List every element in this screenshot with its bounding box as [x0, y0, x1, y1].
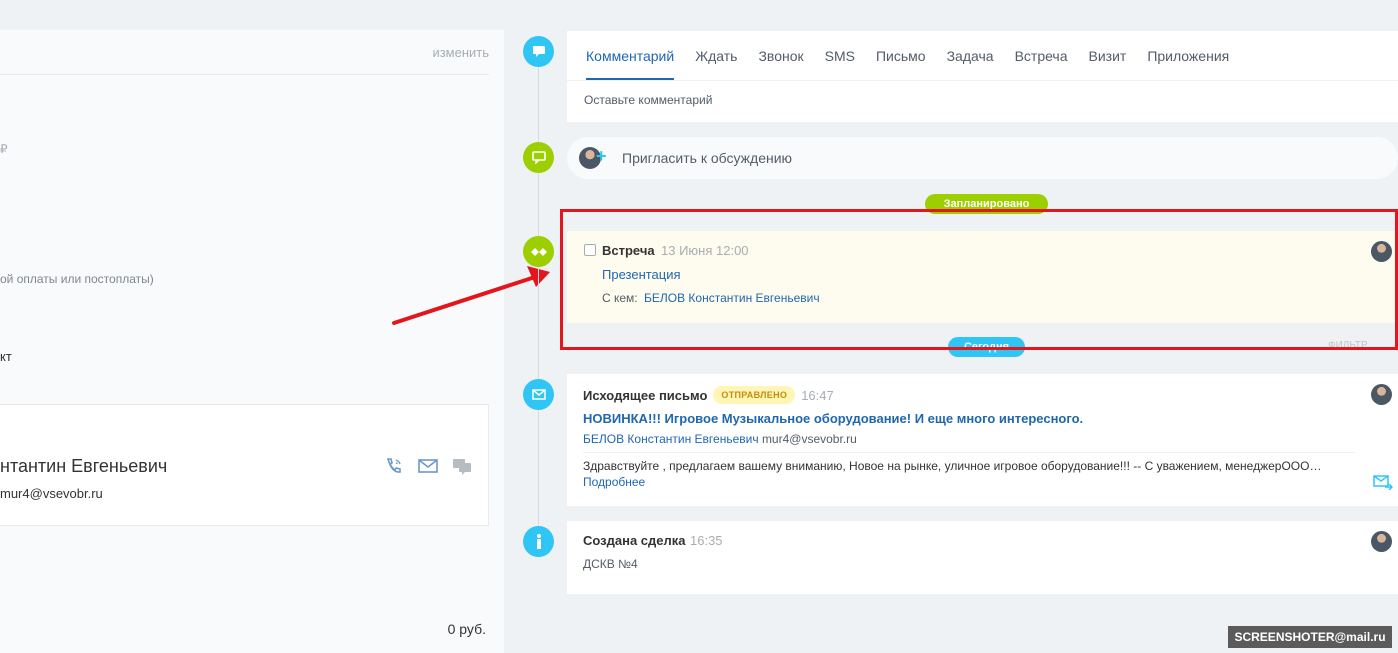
plus-icon: +: [596, 146, 607, 166]
contact-actions: [384, 457, 472, 475]
created-title: Создана сделка: [583, 533, 686, 548]
email-time: 16:47: [801, 387, 834, 403]
mail-icon[interactable]: [418, 457, 438, 475]
annotation-arrow-icon: [392, 266, 550, 325]
planned-badge: Запланировано: [925, 194, 1048, 214]
meeting-date: 13 Июня 12:00: [661, 243, 749, 258]
meeting-title: Встреча: [602, 243, 655, 258]
status-badge: ОТПРАВЛЕНО: [713, 386, 796, 404]
email-from-name[interactable]: БЕЛОВ Константин Евгеньевич: [583, 432, 759, 446]
email-activity-card: Исходящее письмо ОТПРАВЛЕНО 16:47 НОВИНК…: [567, 374, 1398, 506]
meeting-contact-link[interactable]: БЕЛОВ Константин Евгеньевич: [644, 291, 820, 305]
change-link[interactable]: изменить: [432, 45, 489, 60]
tab-comment[interactable]: Комментарий: [586, 48, 675, 80]
created-time: 16:35: [690, 533, 723, 548]
invite-label: Пригласить к обсуждению: [622, 150, 793, 166]
deal-created-card: Создана сделка 16:35 ДСКВ №4: [567, 521, 1398, 594]
email-from-address: mur4@vsevobr.ru: [761, 432, 857, 446]
deal-details-panel: изменить ₽ ой оплаты или постоплаты) кт …: [0, 30, 504, 653]
meeting-icon: [523, 236, 554, 267]
email-icon: [523, 379, 554, 410]
email-body: Здравствуйте , предлагаем вашему внимани…: [583, 458, 1363, 490]
activity-editor: Комментарий Ждать Звонок SMS Письмо Зада…: [567, 31, 1398, 122]
reply-mail-icon[interactable]: [1373, 474, 1394, 491]
tab-call[interactable]: Звонок: [758, 48, 803, 80]
email-body-text: Здравствуйте , предлагаем вашему внимани…: [583, 459, 1322, 473]
contact-label: кт: [0, 349, 12, 364]
divider: [583, 452, 1355, 453]
watermark: SCREENSHOTER@mail.ru: [1228, 626, 1392, 648]
meeting-subject-link[interactable]: Презентация: [602, 267, 681, 282]
contact-email[interactable]: mur4@vsevobr.ru: [0, 486, 103, 501]
tab-apps[interactable]: Приложения: [1147, 48, 1229, 80]
meeting-with-label: С кем:: [602, 291, 638, 305]
divider: [567, 80, 1398, 81]
discussion-icon: [523, 142, 554, 173]
comment-input[interactable]: Оставьте комментарий: [584, 93, 712, 107]
tab-wait[interactable]: Ждать: [695, 48, 737, 80]
tab-meeting[interactable]: Встреча: [1015, 48, 1068, 80]
filter-button[interactable]: ФИЛЬТР: [1328, 340, 1368, 351]
currency-sign: ₽: [0, 142, 8, 156]
email-more-link[interactable]: Подробнее: [583, 475, 645, 489]
complete-checkbox[interactable]: [584, 244, 596, 256]
deal-sum: 0 руб.: [447, 621, 486, 637]
email-from: БЕЛОВ Константин Евгеньевич mur4@vsevobr…: [583, 432, 857, 446]
email-header: Исходящее письмо ОТПРАВЛЕНО 16:47: [583, 386, 834, 404]
email-title: Исходящее письмо: [583, 387, 708, 403]
payment-type-text: ой оплаты или постоплаты): [0, 272, 154, 286]
today-badge: Сегодня: [948, 337, 1025, 357]
meeting-activity-card: Встреча 13 Июня 12:00 Презентация С кем:…: [567, 231, 1398, 323]
invite-to-discussion[interactable]: + Пригласить к обсуждению: [567, 137, 1398, 179]
info-icon: [523, 526, 554, 557]
tab-task[interactable]: Задача: [947, 48, 994, 80]
contact-name[interactable]: нтантин Евгеньевич: [0, 456, 167, 477]
tab-visit[interactable]: Визит: [1089, 48, 1127, 80]
created-deal-name: ДСКВ №4: [583, 557, 638, 571]
tab-email[interactable]: Письмо: [876, 48, 926, 80]
avatar[interactable]: [1371, 241, 1392, 262]
email-subject-link[interactable]: НОВИНКА!!! Игровое Музыкальное оборудова…: [583, 411, 1083, 426]
avatar[interactable]: [1371, 384, 1392, 405]
timeline-line: [538, 55, 539, 555]
contact-card: нтантин Евгеньевич mur4@vsevobr.ru: [0, 404, 489, 526]
avatar[interactable]: [1371, 531, 1392, 552]
divider: [0, 74, 489, 75]
chat-icon[interactable]: [452, 457, 472, 475]
tab-sms[interactable]: SMS: [825, 48, 855, 80]
comment-icon: [523, 36, 554, 67]
activity-tabs: Комментарий Ждать Звонок SMS Письмо Зада…: [586, 48, 1229, 80]
phone-icon[interactable]: [384, 457, 404, 475]
